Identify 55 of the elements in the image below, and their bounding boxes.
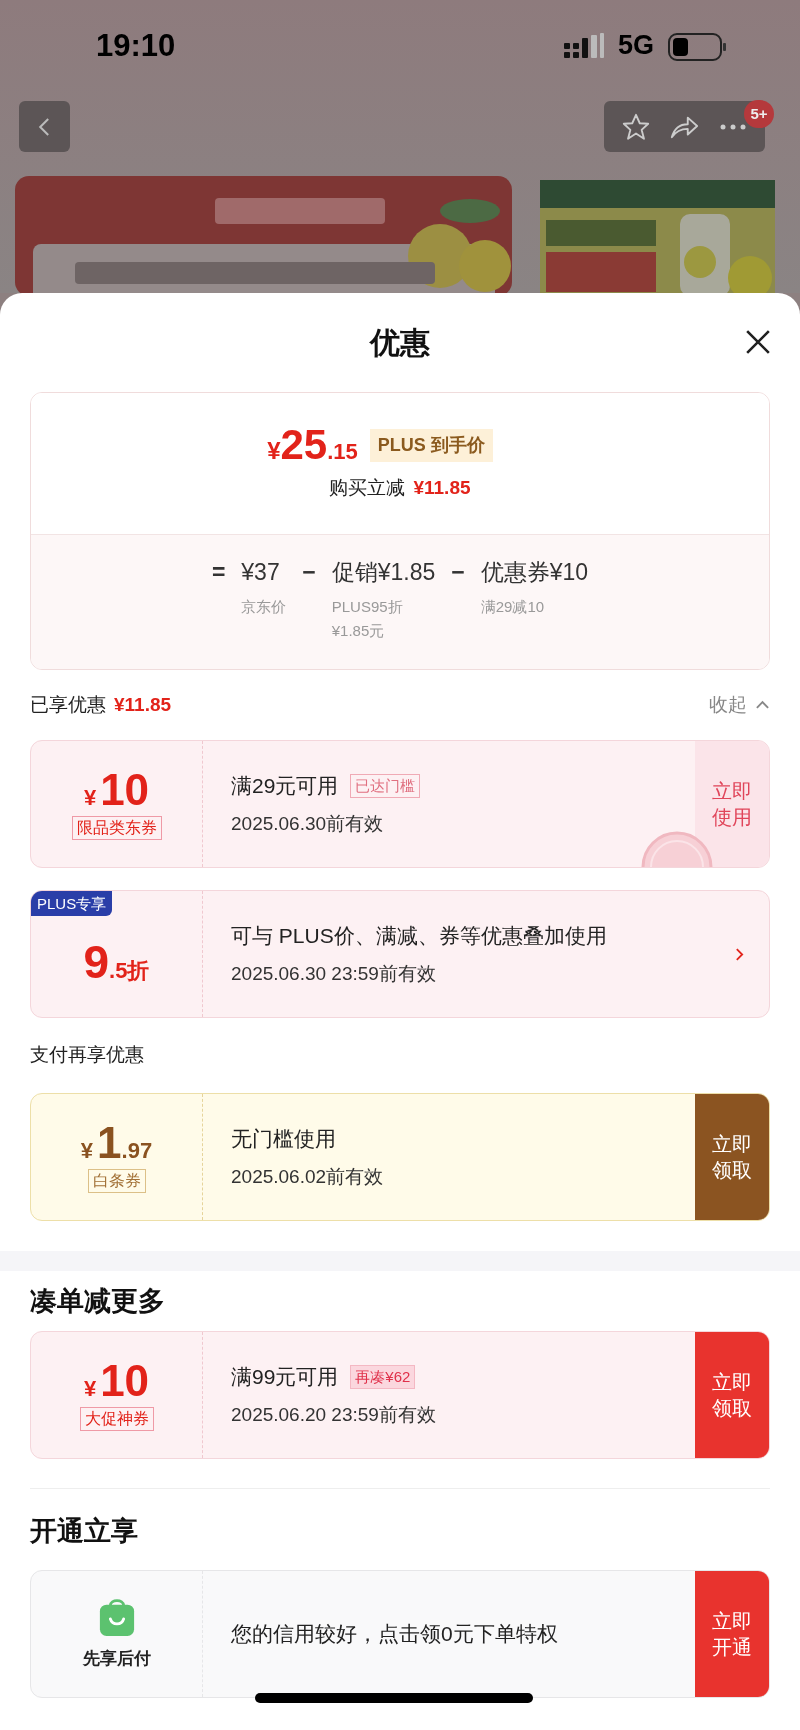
- status-time: 19:10: [96, 30, 176, 61]
- operator-sign: −: [451, 558, 465, 587]
- signal-icon: [564, 33, 606, 59]
- coupon-amount: ¥10: [83, 768, 150, 812]
- coupon-condition: 无门槛使用: [231, 1126, 336, 1152]
- section-value: ¥11.85: [114, 692, 172, 717]
- coupon-action-button[interactable]: 立即开通: [695, 1571, 769, 1697]
- more-icon: [718, 122, 747, 131]
- coupon-condition: 满29元可用: [231, 773, 339, 799]
- shopping-bag-icon: [97, 1596, 136, 1639]
- section-title: 支付再享优惠: [30, 1043, 144, 1068]
- close-icon: [745, 329, 771, 355]
- coupon-validity: 2025.06.30前有效: [231, 811, 385, 836]
- breakdown-value: 优惠券¥10: [480, 558, 589, 587]
- coupon-validity: 2025.06.20 23:59前有效: [231, 1402, 437, 1427]
- section-title: 开通立享: [30, 1515, 138, 1549]
- network-label: 5G: [618, 32, 655, 59]
- coupon-type-label: 限品类东券: [71, 816, 162, 840]
- coupon-amount: ¥1.97: [80, 1121, 153, 1165]
- coupon-validity: 2025.06.30 23:59前有效: [231, 961, 437, 986]
- coupon-type-label: 白条券: [87, 1169, 146, 1193]
- breakdown-note: 京东价: [241, 597, 287, 617]
- final-price: ¥25.15: [267, 424, 358, 467]
- section-label: 已享优惠: [30, 692, 106, 717]
- plus-badge: PLUS专享: [31, 891, 113, 916]
- coupon-action-button[interactable]: 立即领取: [695, 1332, 769, 1458]
- collapse-toggle[interactable]: 收起: [709, 690, 770, 720]
- saving-value: ¥11.85: [413, 476, 471, 501]
- battery-icon: [668, 33, 728, 61]
- sheet-title: 优惠: [370, 325, 430, 361]
- coupon-action-button[interactable]: 立即领取: [695, 1094, 769, 1220]
- saving-label: 购买立减: [329, 476, 406, 501]
- breakdown-value: ¥37: [241, 558, 281, 587]
- coupon-type-label: 大促神券: [79, 1407, 154, 1431]
- star-icon: [621, 111, 652, 142]
- discount-value: 9.5折: [83, 939, 150, 985]
- notification-badge: 5+: [744, 100, 774, 128]
- coupon-condition: 满99元可用: [231, 1364, 339, 1390]
- chevron-right-icon: [734, 946, 744, 962]
- operator-sign: =: [211, 558, 226, 587]
- breakdown-value: 促销¥1.85: [331, 558, 436, 587]
- coupon-condition: 可与 PLUS价、满减、券等优惠叠加使用: [231, 923, 607, 949]
- breakdown-note: PLUS95折: [331, 597, 404, 617]
- coupon-tag: 再凑¥62: [350, 1364, 416, 1389]
- coupon-tag: 已达门槛: [350, 773, 421, 798]
- price-label: PLUS 到手价: [369, 428, 493, 462]
- coupon-action-button[interactable]: 立即使用: [695, 741, 769, 867]
- coupon-amount: ¥10: [83, 1359, 150, 1403]
- coupon-validity: 2025.06.02前有效: [231, 1164, 385, 1189]
- service-name: 先享后付: [82, 1648, 151, 1671]
- breakdown-note: ¥1.85元: [331, 621, 386, 641]
- section-title: 凑单减更多: [30, 1284, 165, 1318]
- operator-sign: −: [302, 558, 316, 587]
- coupon-condition: 您的信用较好，点击领0元下单特权: [231, 1621, 558, 1648]
- breakdown-note: 满29减10: [480, 597, 546, 617]
